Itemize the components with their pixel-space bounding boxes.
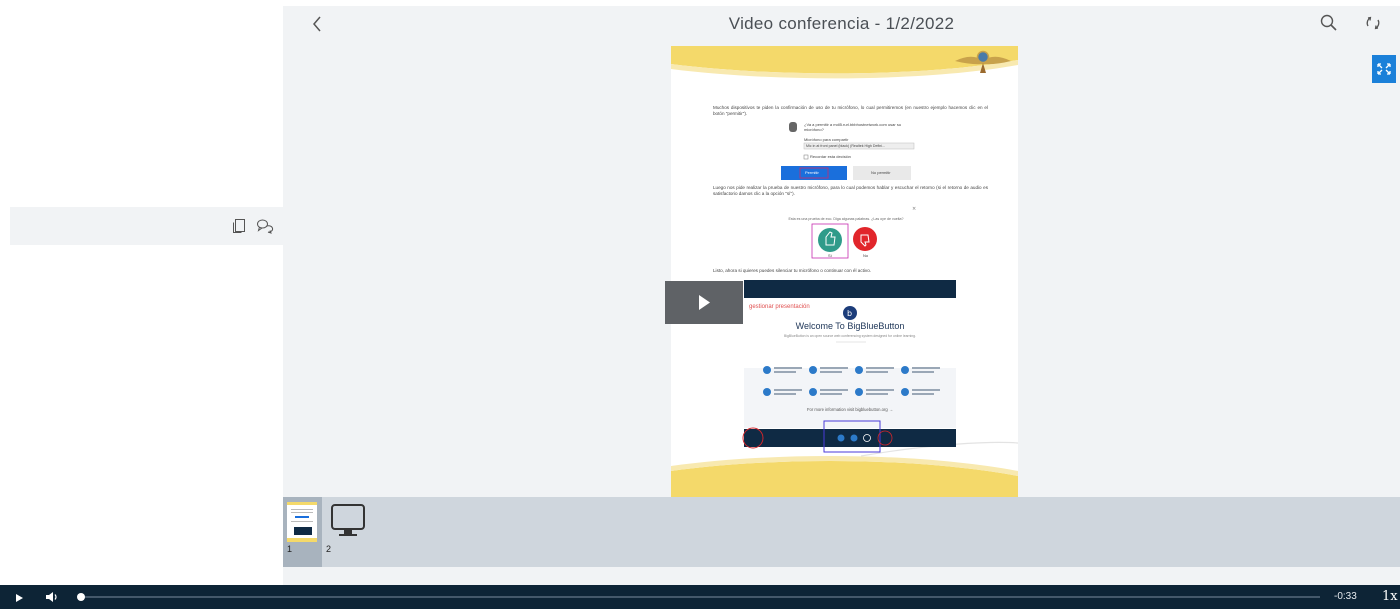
allow-button: Permitir [805, 170, 819, 175]
svg-text:b: b [847, 309, 852, 318]
play-button[interactable] [14, 591, 26, 603]
volume-button[interactable] [44, 590, 60, 604]
strip-footer [283, 567, 1400, 585]
slide-thumbnail-image [287, 502, 317, 542]
presentation-slide: × b Muchos dispositivos te piden la conf… [671, 46, 1018, 497]
fullscreen-icon [1377, 63, 1391, 75]
playback-speed-button[interactable]: 1x [1382, 589, 1398, 604]
monitor-icon [331, 504, 365, 536]
slide-paragraph-1: Muchos dispositivos te piden la confirma… [713, 105, 988, 116]
chat-icon[interactable] [256, 218, 274, 234]
presentation-area: Video conferencia - 1/2/2022 × b Muchos … [283, 6, 1400, 497]
fullscreen-button[interactable] [1372, 55, 1396, 83]
thumbnail-screenshare-2[interactable]: 2 [326, 497, 371, 567]
thumbnail-slide-1[interactable]: 1 [283, 497, 322, 567]
echo-question: Esta es una prueba de eco. Diga algunas … [788, 217, 904, 221]
play-icon [16, 594, 23, 602]
welcome-title: Welcome To BigBlueButton [795, 321, 905, 331]
thumbnail-label: 1 [287, 544, 293, 554]
slide-paragraph-3: Listo, ahora si quieres puedes silenciar… [713, 268, 872, 273]
playback-bar: -0:33 1x [0, 585, 1400, 609]
gestionar-label: gestionar presentación [749, 304, 810, 310]
chevron-left-icon [313, 16, 321, 32]
search-button[interactable] [1318, 12, 1340, 34]
back-button[interactable] [305, 12, 329, 36]
slide-paragraph-2: Luego nos pide realizar la prueba de nue… [713, 185, 988, 196]
time-remaining: -0:33 [1334, 591, 1357, 602]
remember-label: Recordar esta decisión [810, 154, 851, 159]
svg-text:×: × [912, 206, 916, 212]
video-play-button[interactable] [665, 281, 743, 324]
volume-icon [46, 592, 57, 602]
progress-bar[interactable] [79, 596, 1320, 598]
thumbnail-strip: 1 2 [283, 497, 1400, 567]
left-panel [0, 0, 283, 585]
sync-button[interactable] [1362, 12, 1384, 34]
welcome-subtitle: BigBlueButton is an open source web conf… [784, 334, 916, 338]
play-icon [699, 295, 710, 310]
page-title: Video conferencia - 1/2/2022 [728, 14, 955, 33]
more-info-link: For more information visit bigbluebutton… [806, 407, 894, 412]
side-toolbar [10, 207, 283, 245]
search-icon [1320, 14, 1337, 31]
notes-icon[interactable] [231, 218, 247, 234]
thumbnail-label: 2 [326, 544, 332, 554]
mic-device-select: Mic in at front panel (black) (Realtek H… [806, 144, 886, 148]
deny-button: No permitir [871, 170, 891, 175]
mic-prompt: ¿Va a permitir a mdl5.rurl.bbbhostnetwor… [804, 122, 902, 132]
echo-yes-label: Sí [828, 253, 832, 258]
progress-handle[interactable] [77, 593, 86, 601]
echo-no-label: No [863, 253, 869, 258]
sync-icon [1366, 16, 1380, 30]
